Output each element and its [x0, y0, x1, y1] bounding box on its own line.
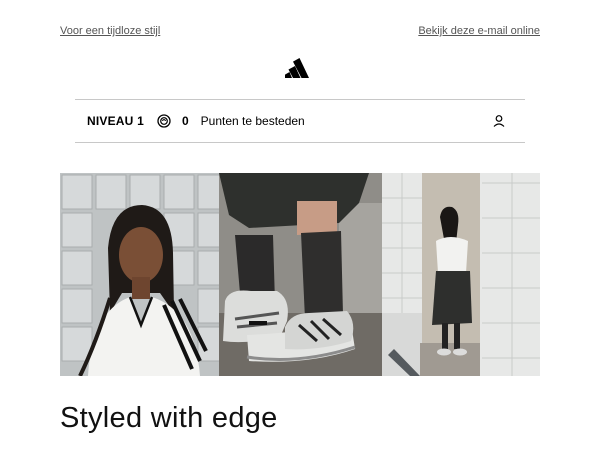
points-label: Punten te besteden [200, 114, 305, 128]
view-online-link[interactable]: Bekijk deze e-mail online [418, 25, 540, 39]
silver-sneakers-and-socks-photo[interactable] [219, 173, 382, 376]
top-links-bar: Voor een tijdloze stijl Bekijk deze e-ma… [60, 25, 540, 39]
level-label: NIVEAU 1 [87, 114, 144, 128]
woman-in-tiled-hallway-photo[interactable] [382, 173, 540, 376]
headline: Styled with edge [60, 402, 278, 434]
points-value: 0 [181, 114, 189, 128]
tagline-link[interactable]: Voor een tijdloze stijl [60, 25, 160, 39]
woman-in-white-jersey-photo[interactable] [60, 173, 219, 376]
coin-icon [157, 114, 171, 128]
adidas-logo-icon[interactable] [285, 58, 315, 78]
email-page: Voor een tijdloze stijl Bekijk deze e-ma… [0, 0, 600, 450]
person-icon[interactable] [492, 114, 506, 128]
loyalty-bar: NIVEAU 1 0 Punten te besteden [75, 100, 525, 142]
divider-bottom [75, 142, 525, 143]
hero-image-strip[interactable] [60, 173, 540, 376]
